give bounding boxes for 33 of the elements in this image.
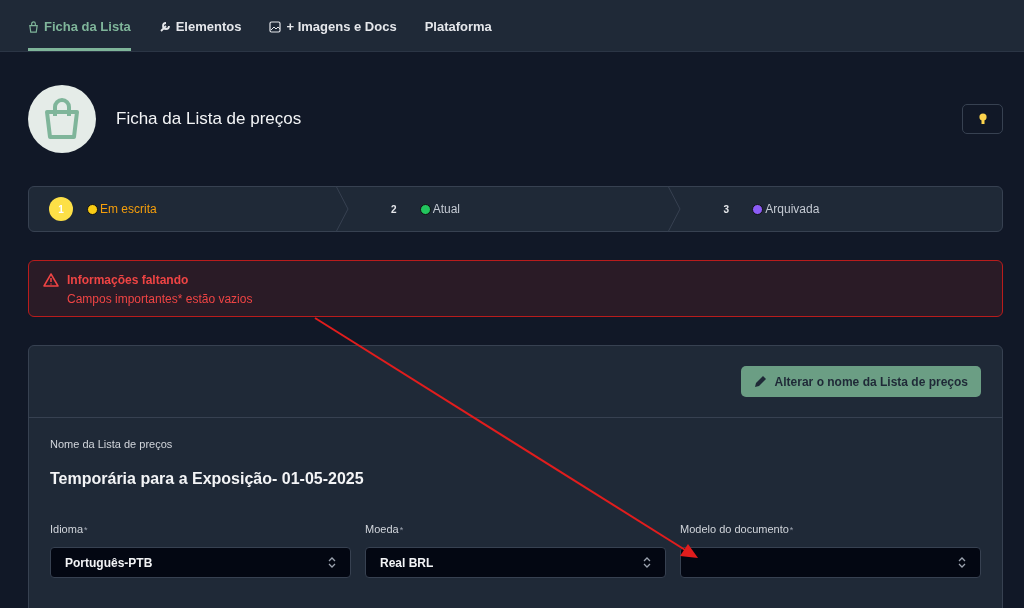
chevron-updown-icon [958,557,966,568]
image-icon [269,20,282,33]
chevron-updown-icon [643,557,651,568]
select-field[interactable]: Real BRL [365,547,666,578]
nav-tab[interactable]: Elementos [158,11,242,51]
step-number: 2 [389,202,398,217]
page-title: Ficha da Lista de preços [116,109,303,129]
field-label: Nome da Lista de preços [50,438,174,450]
bag-icon [28,20,39,33]
field-label: Modelo do documento* [680,523,795,535]
step-number: 3 [722,202,731,217]
pencil-icon [753,375,767,388]
step-label: Atual [432,202,461,216]
tip-button[interactable] [962,104,1003,134]
select-field[interactable]: Português-PTB [50,547,351,578]
field-label: Idioma* [50,523,89,535]
warning-icon [43,273,59,287]
nav-tab[interactable]: Ficha da Lista [28,11,131,51]
rename-button[interactable]: Alterar o nome da Lista de preços [740,366,981,397]
alert-message: Campos importantes* estão vazios [67,292,253,306]
nav-tab[interactable]: + Imagens e Docs [269,11,397,51]
step-label: Arquivada [765,202,820,216]
step-label: Em escrita [100,202,157,216]
nav-tab[interactable]: Plataforma [424,11,492,51]
chevron-updown-icon [328,557,336,568]
lightbulb-icon [978,113,987,125]
wrench-icon [158,20,171,33]
step-number: 1 [49,197,73,221]
alert-title: Informações faltando [67,273,190,287]
shopping-bag-icon [42,98,82,140]
field-label: Moeda* [365,523,405,535]
list-name: Temporária para a Exposição- 01-05-2025 [50,470,365,488]
select-field[interactable] [680,547,981,578]
